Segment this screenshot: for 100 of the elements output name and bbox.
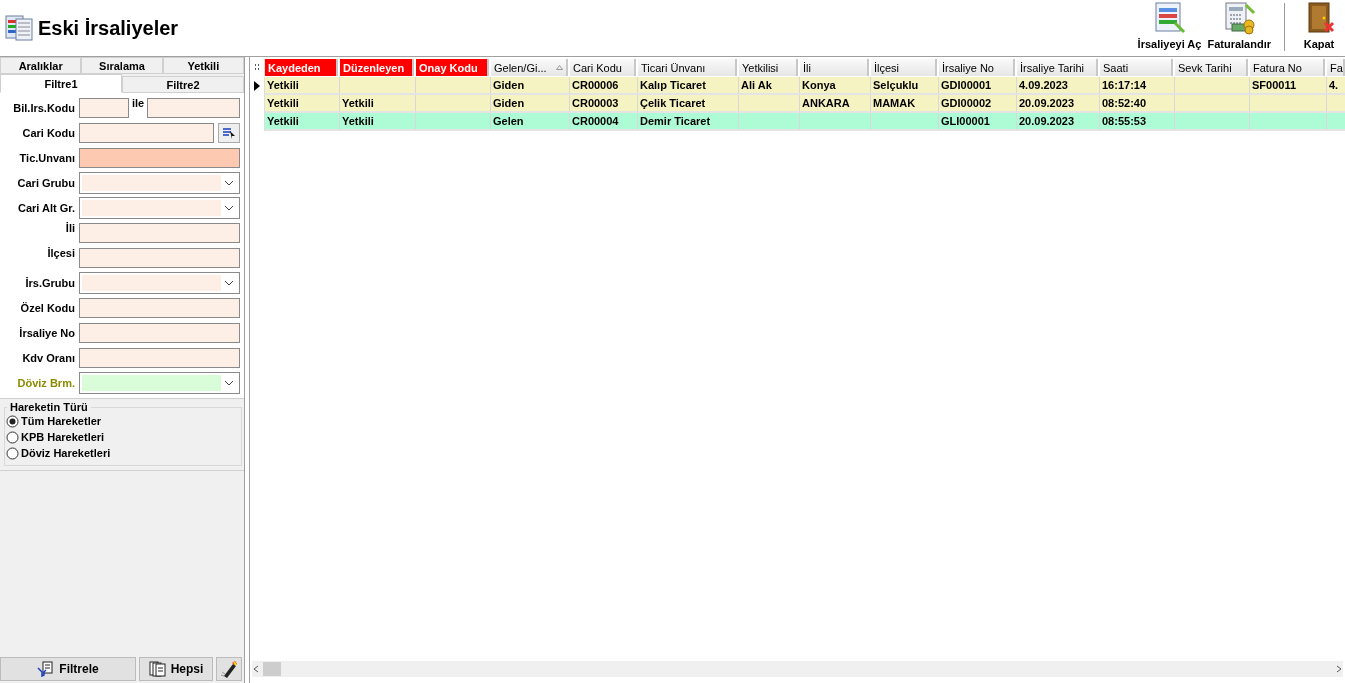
document-list-icon <box>1152 1 1187 35</box>
field-label: İlçesi <box>46 247 76 259</box>
input-field[interactable] <box>79 98 129 118</box>
table-cell: GDI00001 <box>939 77 1017 94</box>
input-field[interactable] <box>79 298 240 318</box>
tab[interactable]: Filtre1 <box>0 74 122 93</box>
column-header[interactable]: Kaydeden <box>265 59 338 76</box>
table-cell: Kalıp Ticaret <box>638 77 739 94</box>
tab[interactable]: Aralıklar <box>0 57 82 74</box>
document-list-icon <box>4 13 34 43</box>
list-pointer-icon <box>222 127 236 139</box>
table-cell: 16:17:14 <box>1100 77 1175 94</box>
input-field[interactable] <box>79 323 240 343</box>
range-separator: ile <box>131 97 146 109</box>
clear-button[interactable] <box>216 657 242 681</box>
grip-icon <box>254 64 260 71</box>
table-cell: Yetkili <box>265 95 340 112</box>
table-cell: 20.09.2023 <box>1017 95 1100 112</box>
table-cell: 08:52:40 <box>1100 95 1175 112</box>
table-cell: GDI00002 <box>939 95 1017 112</box>
table-cell: 08:55:53 <box>1100 113 1175 130</box>
field-label: Cari Alt Gr. <box>16 202 76 214</box>
tab[interactable]: Sıralama <box>81 57 163 74</box>
field-label: İrs.Grubu <box>24 277 76 289</box>
eraser-brush-icon <box>220 660 238 678</box>
dropdown-field[interactable] <box>79 172 240 194</box>
radio-option[interactable]: Döviz Hareketleri <box>6 445 111 461</box>
input-field[interactable] <box>79 148 240 168</box>
column-header[interactable]: Gelen/Gi... <box>491 59 568 76</box>
table-cell: GLI00001 <box>939 113 1017 130</box>
chevron-down-icon <box>224 180 234 186</box>
table-row[interactable]: Yetkili Yetkili Gelen CR00004 Demir Ticaret GLI00001 20.09.2023 08:55:53 <box>265 113 1345 131</box>
horizontal-scrollbar[interactable] <box>252 661 1343 677</box>
table-cell: Konya <box>800 77 871 94</box>
table-cell: Giden <box>491 95 570 112</box>
field-label: Özel Kodu <box>19 302 76 314</box>
field-label: Bil.Irs.Kodu <box>12 102 76 114</box>
invoice-coins-icon <box>1222 1 1257 35</box>
table-cell: CR00003 <box>570 95 638 112</box>
dropdown-field[interactable] <box>79 272 240 294</box>
column-header[interactable]: İli <box>800 59 869 76</box>
table-cell: Yetkili <box>265 77 340 94</box>
table-cell: MAMAK <box>871 95 939 112</box>
table-cell: Yetkili <box>340 113 416 130</box>
column-header[interactable]: Düzenleyen <box>340 59 414 76</box>
column-header[interactable]: Cari Kodu <box>570 59 636 76</box>
table-cell: Çelik Ticaret <box>638 95 739 112</box>
input-field[interactable] <box>79 348 240 368</box>
table-row[interactable]: Yetkili Yetkili Giden CR00003 Çelik Ticaret ANKARA MAMAK GDI00002 20.09.2023 08:52:40 <box>265 95 1345 113</box>
column-header[interactable]: Onay Kodu <box>416 59 489 76</box>
table-cell: Giden <box>491 77 570 94</box>
table-cell: 4. <box>1327 77 1345 94</box>
column-header[interactable]: İrsaliye No <box>939 59 1015 76</box>
scroll-left-icon <box>252 665 260 673</box>
scroll-right-icon <box>1335 665 1343 673</box>
column-header[interactable]: İrsaliye Tarihi <box>1017 59 1098 76</box>
input-field[interactable] <box>79 123 214 143</box>
table-cell: Selçuklu <box>871 77 939 94</box>
dropdown-field[interactable] <box>79 372 240 394</box>
table-row[interactable]: Yetkili Giden CR00006 Kalıp Ticaret Ali Ak Konya Selçuklu GDI00001 4.09.2023 16:17:14 SF00011 4. <box>265 77 1345 95</box>
input-field[interactable] <box>79 248 240 268</box>
column-header[interactable]: Yetkilisi <box>739 59 798 76</box>
table-cell: CR00006 <box>570 77 638 94</box>
column-header[interactable]: Saati <box>1100 59 1173 76</box>
window-title: Eski İrsaliyeler <box>38 16 179 40</box>
close-button[interactable]: Kapat <box>1299 1 1339 55</box>
lookup-button[interactable] <box>218 123 240 143</box>
radio-option[interactable]: KPB Hareketleri <box>6 429 105 445</box>
table-cell: SF00011 <box>1250 77 1327 94</box>
column-header[interactable]: Fa <box>1327 59 1345 76</box>
column-header[interactable]: Ticari Ünvanı <box>638 59 737 76</box>
tab[interactable]: Yetkili <box>162 57 244 74</box>
table-cell: CR00004 <box>570 113 638 130</box>
invoice-button[interactable]: Faturalandır <box>1204 1 1274 55</box>
open-button[interactable]: İrsaliyeyi Aç <box>1134 1 1205 55</box>
filter-button[interactable]: Filtrele <box>0 657 136 681</box>
field-label: İrsaliye No <box>18 327 76 339</box>
table-cell: 20.09.2023 <box>1017 113 1100 130</box>
all-button[interactable]: Hepsi <box>139 657 213 681</box>
input-field[interactable] <box>79 223 240 243</box>
radio-option[interactable]: Tüm Hareketler <box>6 413 102 429</box>
table-cell: ANKARA <box>800 95 871 112</box>
field-label: Döviz Brm. <box>16 377 76 389</box>
chevron-down-icon <box>224 205 234 211</box>
scrollbar-thumb[interactable] <box>263 662 281 676</box>
field-label: Tic.Unvanı <box>18 152 76 164</box>
column-header[interactable]: İlçesi <box>871 59 937 76</box>
chevron-down-icon <box>224 280 234 286</box>
field-label: İli <box>64 222 76 234</box>
chevron-down-icon <box>224 380 234 386</box>
table-cell: Yetkili <box>340 95 416 112</box>
table-cell: 4.09.2023 <box>1017 77 1100 94</box>
column-header[interactable]: Fatura No <box>1250 59 1325 76</box>
sort-arrow-icon <box>556 65 563 70</box>
column-header[interactable]: Sevk Tarihi <box>1175 59 1248 76</box>
filter-document-icon <box>37 661 56 677</box>
table-cell: Yetkili <box>265 113 340 130</box>
input-field[interactable] <box>147 98 240 118</box>
tab[interactable]: Filtre2 <box>122 76 244 93</box>
dropdown-field[interactable] <box>79 197 240 219</box>
